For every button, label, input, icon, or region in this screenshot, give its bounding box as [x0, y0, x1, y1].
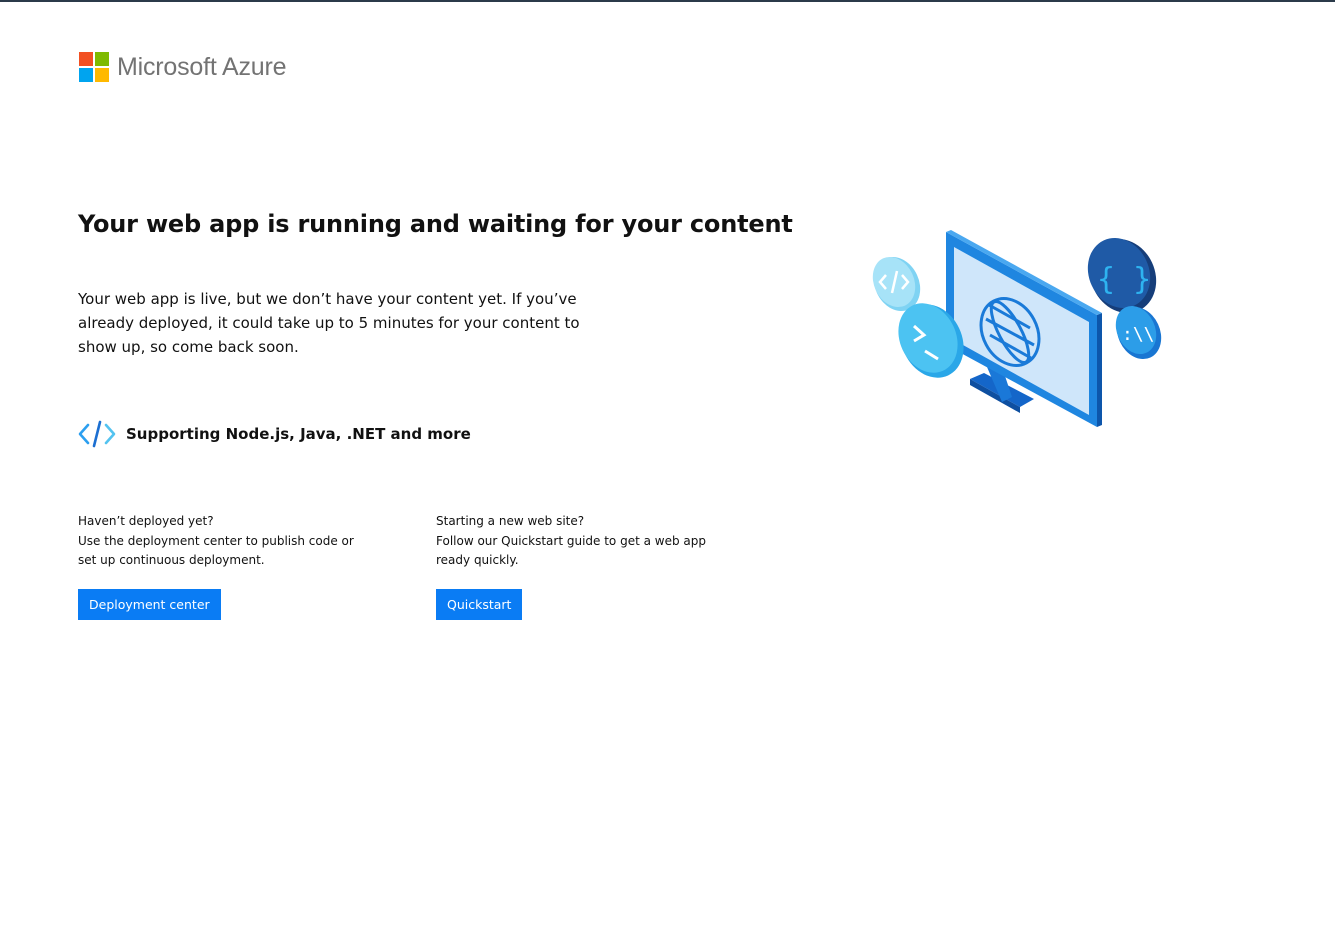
quickstart-description-line1: Follow our Quickstart guide to get a web… — [436, 533, 706, 548]
intro-text: Your web app is live, but we don’t have … — [78, 290, 580, 356]
quickstart-button[interactable]: Quickstart — [436, 589, 523, 620]
microsoft-azure-logo: Microsoft Azure — [79, 52, 286, 82]
supported-stacks-label: Supporting Node.js, Java, .NET and more — [126, 425, 471, 443]
deploy-description-line2: set up continuous deployment. — [78, 553, 265, 567]
quickstart-card: Starting a new web site? Follow our Quic… — [436, 512, 736, 571]
deploy-question: Haven’t deployed yet? — [78, 514, 214, 528]
svg-text::\\: :\\ — [1122, 324, 1155, 345]
microsoft-logo-icon — [79, 52, 109, 82]
quickstart-question: Starting a new web site? — [436, 514, 585, 528]
deployment-center-button[interactable]: Deployment center — [78, 589, 221, 620]
monitor-globe-illustration: { } :\\ — [872, 230, 1162, 427]
page-title: Your web app is running and waiting for … — [78, 210, 793, 238]
brand-name: Microsoft Azure — [117, 52, 287, 81]
page: Microsoft Azure Your web app is running … — [0, 0, 1335, 950]
svg-text:{ }: { } — [1097, 262, 1151, 297]
supported-stacks: Supporting Node.js, Java, .NET and more — [78, 420, 471, 448]
deploy-description-line1: Use the deployment center to publish cod… — [78, 533, 354, 548]
quickstart-description-line2: ready quickly. — [436, 553, 519, 567]
code-brackets-icon — [78, 420, 116, 448]
deploy-card: Haven’t deployed yet? Use the deployment… — [78, 512, 378, 571]
